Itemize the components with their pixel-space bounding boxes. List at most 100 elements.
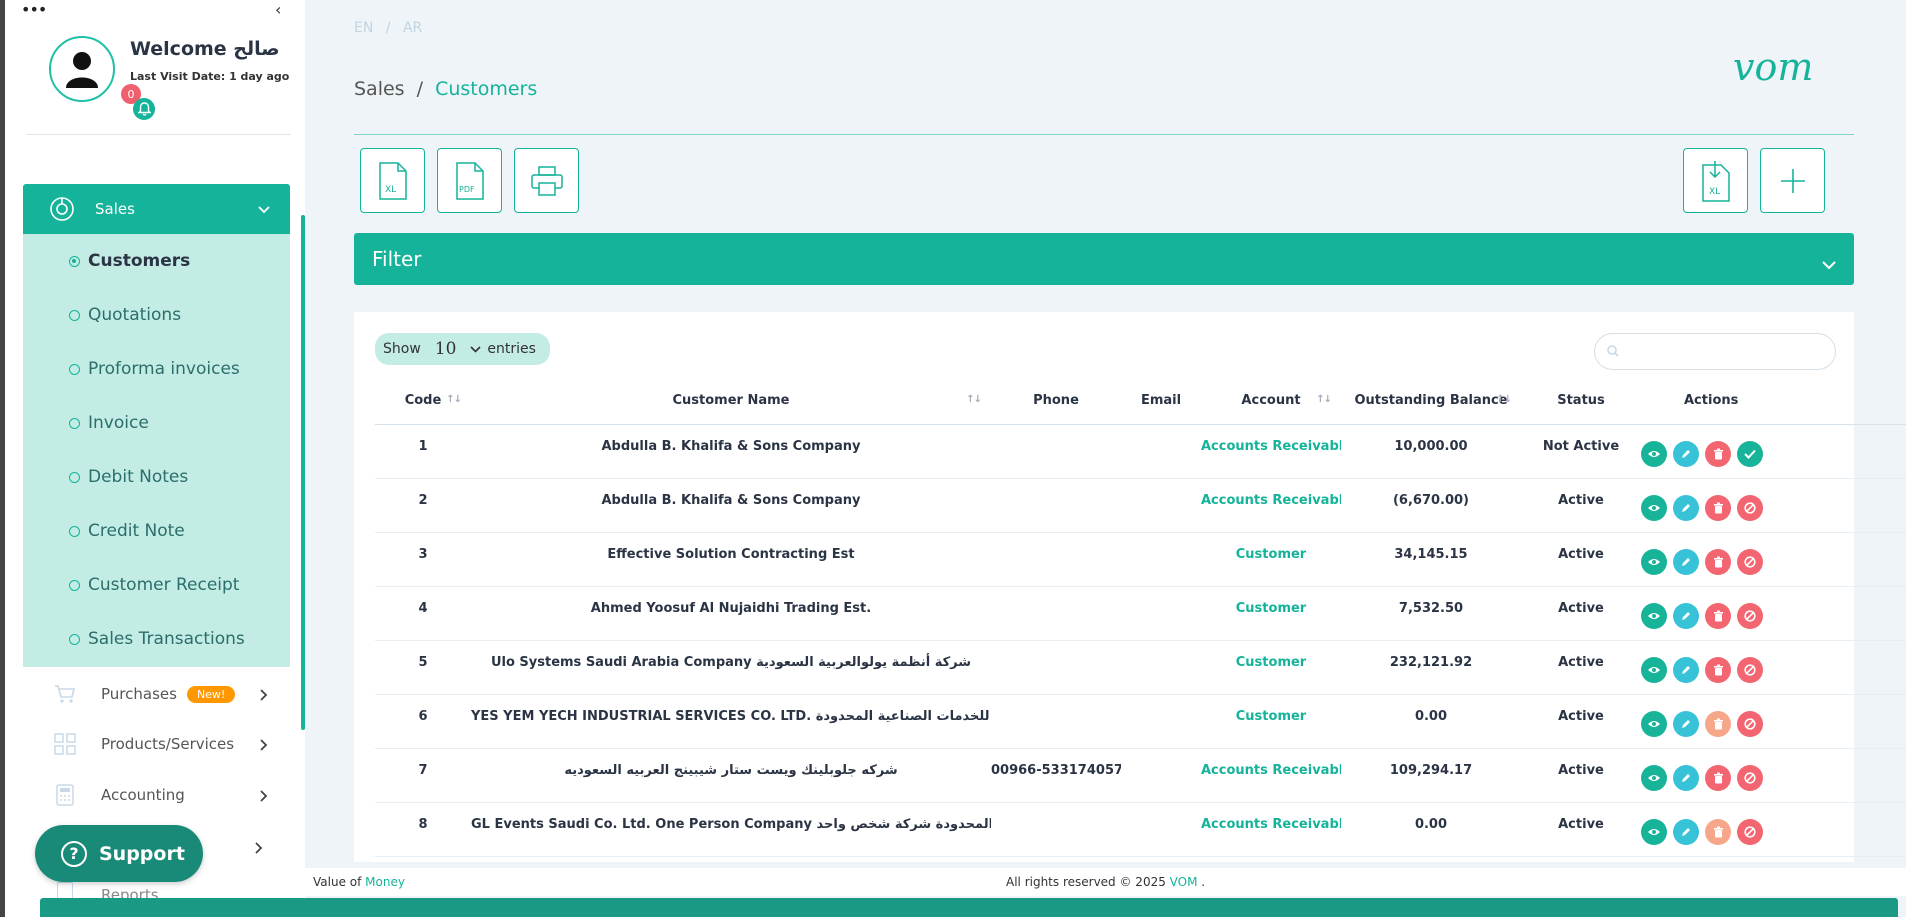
view-icon[interactable]	[1641, 548, 1667, 575]
cell-name: Abdulla B. Khalifa & Sons Company	[471, 478, 991, 533]
deactivate-ban-icon[interactable]	[1737, 656, 1763, 683]
submenu-item-quotations[interactable]: Quotations	[23, 288, 290, 342]
submenu-item-invoice[interactable]: Invoice	[23, 396, 290, 450]
sidebar-item-sales[interactable]: Sales	[23, 184, 290, 234]
submenu-item-label: Customers	[88, 251, 191, 271]
deactivate-ban-icon[interactable]	[1737, 764, 1763, 791]
footer-money-link[interactable]: Money	[365, 875, 405, 889]
cell-phone	[991, 586, 1121, 641]
column-header-outstanding-balance[interactable]: Outstanding Balance ↑↓	[1341, 378, 1521, 425]
edit-icon[interactable]	[1673, 440, 1699, 467]
entries-label: entries	[487, 341, 536, 357]
edit-icon[interactable]	[1673, 818, 1699, 845]
cell-actions	[1641, 532, 1911, 587]
support-button[interactable]: ? Support	[35, 825, 203, 882]
cell-balance: 10,000.00	[1341, 424, 1521, 479]
submenu-item-customers[interactable]: Customers	[23, 234, 290, 288]
edit-icon[interactable]	[1673, 494, 1699, 521]
support-label: Support	[99, 842, 185, 865]
sidebar-item-purchases[interactable]: Purchases New!	[23, 669, 290, 719]
avatar[interactable]	[49, 36, 115, 102]
delete-icon[interactable]	[1705, 440, 1731, 467]
collapse-sidebar-icon[interactable]: ‹	[275, 0, 281, 19]
deactivate-ban-icon[interactable]	[1737, 710, 1763, 737]
cell-account[interactable]: Customer	[1201, 532, 1341, 587]
delete-icon[interactable]	[1705, 656, 1731, 683]
column-header-customer-name[interactable]: Customer Name ↑↓	[471, 378, 991, 425]
delete-icon[interactable]	[1705, 710, 1731, 737]
cell-balance: 7,532.50	[1341, 586, 1521, 641]
deactivate-ban-icon[interactable]	[1737, 602, 1763, 629]
chevron-down-icon[interactable]	[470, 341, 481, 357]
submenu-item-proforma-invoices[interactable]: Proforma invoices	[23, 342, 290, 396]
deactivate-ban-icon[interactable]	[1737, 494, 1763, 521]
delete-icon[interactable]	[1705, 494, 1731, 521]
view-icon[interactable]	[1641, 494, 1667, 521]
cell-email	[1121, 694, 1201, 749]
sidebar-item-accounting[interactable]: Accounting	[23, 770, 290, 820]
view-icon[interactable]	[1641, 710, 1667, 737]
entries-select[interactable]: 10	[435, 339, 457, 359]
view-icon[interactable]	[1641, 602, 1667, 629]
cell-status: Active	[1521, 586, 1641, 641]
submenu-item-label: Credit Note	[88, 521, 185, 541]
deactivate-ban-icon[interactable]	[1737, 818, 1763, 845]
view-icon[interactable]	[1641, 818, 1667, 845]
cell-account[interactable]: Accounts Receivables	[1201, 748, 1341, 803]
activate-check-icon[interactable]	[1737, 440, 1763, 467]
delete-icon[interactable]	[1705, 548, 1731, 575]
bullet-icon	[69, 417, 80, 429]
edit-icon[interactable]	[1673, 548, 1699, 575]
delete-icon[interactable]	[1705, 764, 1731, 791]
cell-account[interactable]: Accounts Receivables	[1201, 478, 1341, 533]
svg-text:XL: XL	[385, 185, 396, 195]
pdf-file-icon: PDF	[455, 161, 484, 200]
filter-panel-toggle[interactable]: Filter	[354, 233, 1854, 285]
chevron-down-icon	[1822, 251, 1836, 275]
cell-account[interactable]: Accounts Receivables	[1201, 424, 1341, 479]
column-header-account[interactable]: Account ↑↓	[1201, 378, 1341, 425]
svg-text:PDF: PDF	[459, 185, 475, 194]
delete-icon[interactable]	[1705, 602, 1731, 629]
sidebar-item-products-services[interactable]: Products/Services	[23, 719, 290, 769]
footer-brand-link[interactable]: VOM	[1170, 875, 1198, 889]
submenu-item-label: Invoice	[88, 413, 149, 433]
import-excel-button[interactable]: XL	[1683, 148, 1748, 213]
submenu-item-sales-transactions[interactable]: Sales Transactions	[23, 612, 290, 666]
more-icon[interactable]: •••	[21, 0, 47, 19]
submenu-item-debit-notes[interactable]: Debit Notes	[23, 450, 290, 504]
delete-icon[interactable]	[1705, 818, 1731, 845]
breadcrumb-parent[interactable]: Sales	[354, 78, 405, 100]
view-icon[interactable]	[1641, 656, 1667, 683]
cell-account[interactable]: Customer	[1201, 640, 1341, 695]
cell-phone	[991, 694, 1121, 749]
export-excel-button[interactable]: XL	[360, 148, 425, 213]
print-button[interactable]	[514, 148, 579, 213]
submenu-item-credit-note[interactable]: Credit Note	[23, 504, 290, 558]
edit-icon[interactable]	[1673, 710, 1699, 737]
edit-icon[interactable]	[1673, 764, 1699, 791]
view-icon[interactable]	[1641, 764, 1667, 791]
cell-account[interactable]: Customer	[1201, 694, 1341, 749]
add-customer-button[interactable]	[1760, 148, 1825, 213]
table-row: 5 Ulo Systems Saudi Arabia Company شركة أ…	[375, 640, 1911, 695]
cell-account[interactable]: Customer	[1201, 586, 1341, 641]
search-input[interactable]	[1625, 343, 1825, 360]
entries-length-control: Show 10 entries	[375, 333, 550, 365]
lang-en-link[interactable]: EN	[354, 20, 373, 36]
view-icon[interactable]	[1641, 440, 1667, 467]
column-header-code[interactable]: Code ↑↓	[375, 378, 471, 425]
edit-icon[interactable]	[1673, 602, 1699, 629]
submenu-item-label: Sales Transactions	[88, 629, 245, 649]
sales-chart-icon	[49, 196, 75, 222]
new-badge: New!	[186, 685, 236, 703]
submenu-item-customer-receipt[interactable]: Customer Receipt	[23, 558, 290, 612]
deactivate-ban-icon[interactable]	[1737, 548, 1763, 575]
cell-account[interactable]: Accounts Receivables	[1201, 802, 1341, 857]
cell-actions	[1641, 640, 1911, 695]
table-row: 1 Abdulla B. Khalifa & Sons Company Accoun…	[375, 424, 1911, 479]
lang-ar-link[interactable]: AR	[403, 20, 422, 36]
edit-icon[interactable]	[1673, 656, 1699, 683]
export-pdf-button[interactable]: PDF	[437, 148, 502, 213]
bell-icon[interactable]	[133, 98, 155, 120]
